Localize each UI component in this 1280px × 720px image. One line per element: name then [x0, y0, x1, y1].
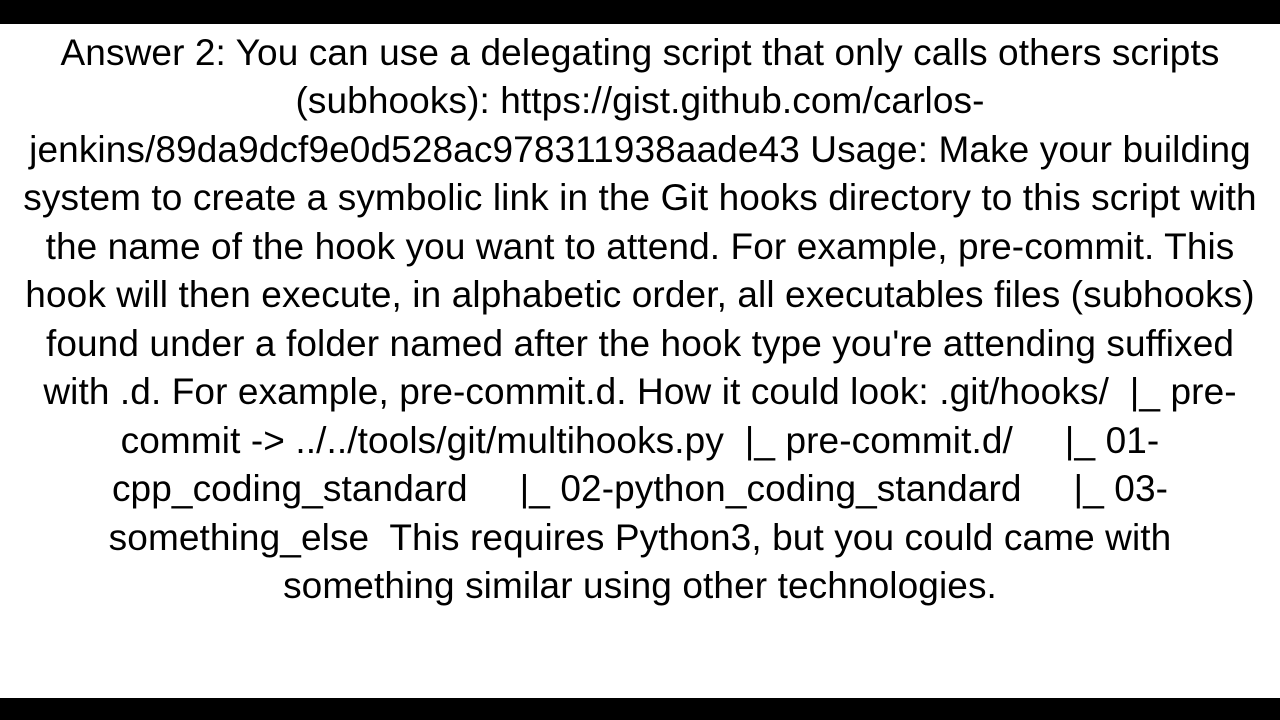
top-bar [0, 0, 1280, 24]
content-area: Answer 2: You can use a delegating scrip… [0, 24, 1280, 698]
bottom-bar [0, 698, 1280, 720]
answer-text: Answer 2: You can use a delegating scrip… [18, 29, 1262, 611]
